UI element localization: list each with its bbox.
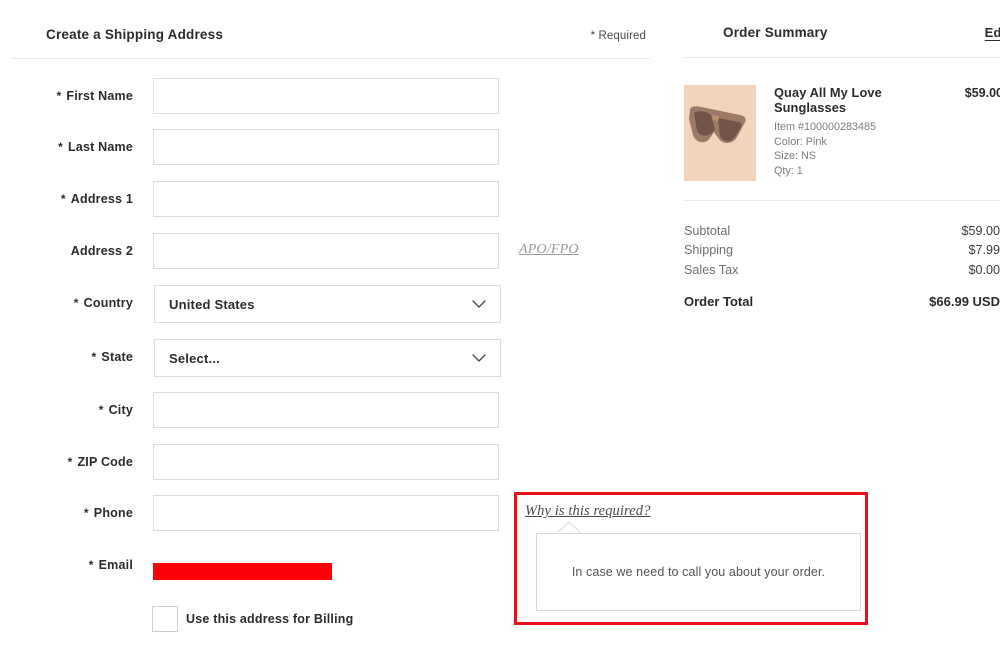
- sales-tax-value: $0.00: [968, 262, 1000, 277]
- summary-divider-top: [684, 57, 1000, 58]
- label-text: ZIP Code: [77, 455, 133, 469]
- page-title: Create a Shipping Address: [46, 27, 224, 42]
- label-last-name: * Last Name: [0, 129, 133, 165]
- address-2-input[interactable]: [153, 233, 499, 269]
- required-asterisk: *: [60, 192, 66, 206]
- label-text: Last Name: [67, 140, 133, 154]
- sales-tax-row: Sales Tax $0.00: [684, 261, 1000, 280]
- chevron-down-icon: [472, 353, 486, 363]
- required-asterisk: *: [56, 89, 62, 103]
- label-text: First Name: [66, 89, 133, 103]
- label-phone: * Phone: [0, 495, 133, 531]
- label-text: Email: [98, 558, 133, 572]
- form-row-city: * City: [0, 392, 660, 444]
- required-asterisk: *: [67, 455, 73, 469]
- last-name-input[interactable]: [153, 129, 499, 165]
- required-asterisk: *: [98, 403, 104, 417]
- required-asterisk: *: [58, 140, 63, 154]
- edit-bag-link[interactable]: Edit Bag: [985, 25, 1000, 40]
- form-row-state: * State Select...: [0, 339, 660, 391]
- order-item-details: Quay All My Love Sunglasses Item #100000…: [774, 85, 924, 178]
- country-selected-value: United States: [169, 296, 255, 312]
- label-address-1: * Address 1: [0, 181, 133, 217]
- product-color: Color: Pink: [774, 135, 827, 148]
- label-text: State: [101, 350, 133, 364]
- required-asterisk: *: [91, 350, 97, 364]
- label-city: * City: [0, 392, 133, 428]
- order-totals: Subtotal $59.00 Shipping $7.99 Sales Tax…: [684, 222, 1000, 309]
- state-select[interactable]: Select...: [154, 339, 501, 377]
- order-summary-header: Order Summary Edit Bag: [723, 25, 1000, 40]
- label-text: Address 2: [70, 244, 133, 258]
- label-text: City: [108, 403, 133, 417]
- product-qty: Qty: 1: [774, 164, 803, 177]
- required-asterisk: *: [88, 558, 94, 572]
- first-name-input[interactable]: [153, 78, 499, 114]
- form-row-address-2: Address 2: [0, 233, 660, 285]
- label-state: * State: [0, 339, 133, 375]
- label-address-2: Address 2: [0, 233, 133, 269]
- subtotal-value: $59.00: [961, 224, 1000, 238]
- sales-tax-label: Sales Tax: [684, 262, 739, 277]
- form-row-address-1: * Address 1: [0, 181, 660, 233]
- billing-checkbox-label: Use this address for Billing: [186, 612, 354, 626]
- product-name: Quay All My Love Sunglasses: [774, 85, 882, 115]
- chevron-down-icon: [472, 299, 486, 309]
- label-text: Address 1: [70, 192, 133, 206]
- product-price: $59.00: [964, 86, 1000, 100]
- form-row-last-name: * Last Name: [0, 129, 660, 181]
- product-thumbnail-image[interactable]: [684, 85, 756, 181]
- city-input[interactable]: [153, 392, 499, 428]
- order-total-value: $66.99 USD: [929, 294, 1000, 310]
- product-item-number: Item #100000283485: [774, 121, 877, 133]
- phone-input[interactable]: [153, 495, 499, 531]
- shipping-header: Create a Shipping Address * Required: [46, 27, 646, 47]
- required-asterisk: *: [73, 296, 79, 310]
- country-select[interactable]: United States: [154, 285, 501, 323]
- why-is-this-required-link[interactable]: Why is this required?: [525, 503, 650, 520]
- required-note: * Required: [590, 30, 646, 42]
- order-summary-title: Order Summary: [723, 25, 828, 40]
- subtotal-row: Subtotal $59.00: [684, 222, 1000, 241]
- state-selected-value: Select...: [169, 350, 220, 366]
- form-row-first-name: * First Name: [0, 78, 660, 130]
- label-country: * Country: [0, 285, 133, 321]
- order-total-row: Order Total $66.99 USD: [684, 294, 1000, 309]
- form-row-country: * Country United States: [0, 285, 660, 337]
- summary-divider-bottom: [684, 200, 1000, 201]
- checkout-page: Create a Shipping Address * Required * F…: [0, 0, 1000, 666]
- order-total-label: Order Total: [684, 294, 754, 310]
- shipping-label: Shipping: [684, 243, 734, 258]
- label-text: Country: [83, 296, 133, 310]
- apo-fpo-link[interactable]: APO/FPO: [519, 242, 579, 258]
- label-email: * Email: [0, 547, 133, 583]
- label-text: Phone: [93, 506, 133, 520]
- required-asterisk: *: [83, 506, 89, 520]
- product-meta: Item #100000283485 Color: Pink Size: NS …: [774, 120, 924, 178]
- email-redaction-bar[interactable]: [153, 563, 332, 580]
- shipping-row: Shipping $7.99: [684, 241, 1000, 260]
- label-first-name: * First Name: [0, 78, 133, 114]
- product-size: Size: NS: [774, 150, 817, 163]
- order-summary-section: Order Summary Edit Bag Quay All My Love …: [660, 0, 1000, 666]
- address-1-input[interactable]: [153, 181, 499, 217]
- subtotal-label: Subtotal: [684, 224, 731, 238]
- shipping-value: $7.99: [968, 243, 1000, 258]
- header-divider: [12, 58, 650, 59]
- zip-code-input[interactable]: [153, 444, 499, 480]
- use-address-for-billing-checkbox[interactable]: [152, 606, 178, 632]
- form-row-zip-code: * ZIP Code: [0, 444, 660, 496]
- label-zip-code: * ZIP Code: [0, 444, 133, 480]
